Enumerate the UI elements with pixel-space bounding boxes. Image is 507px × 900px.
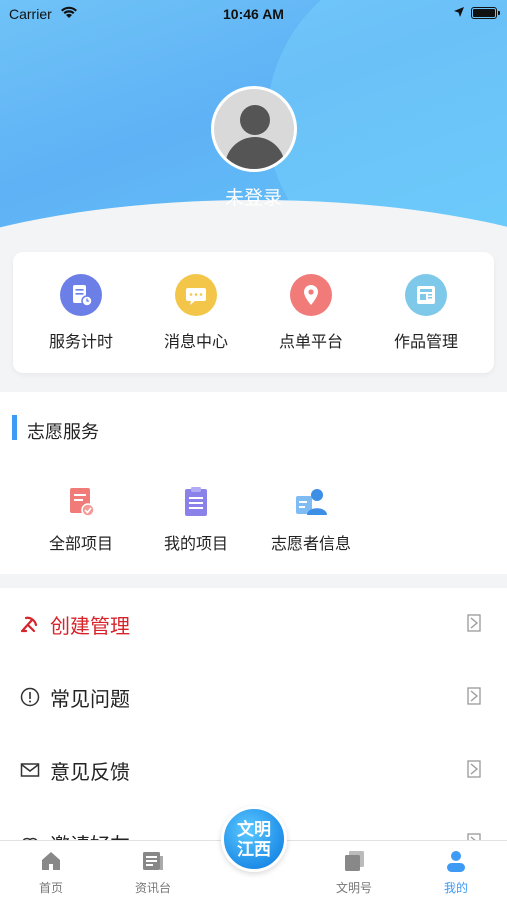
works-icon <box>405 274 447 316</box>
person-icon <box>444 849 468 873</box>
menu-item-label: 意见反馈 <box>50 760 130 784</box>
tab-label: 资讯台 <box>134 881 171 895</box>
chevron-right-icon <box>467 760 481 778</box>
envelope-icon <box>20 763 40 777</box>
all-projects-icon <box>63 484 99 520</box>
chevron-right-icon <box>467 614 481 632</box>
location-arrow-icon <box>454 7 464 17</box>
menu-item-faq[interactable]: 常见问题 <box>0 661 507 734</box>
menu-item-label: 创建管理 <box>50 614 130 638</box>
volunteer-info[interactable]: 志愿者信息 <box>256 484 366 554</box>
status-bar: Carrier 10:46 AM <box>0 0 507 30</box>
quick-action-label: 消息中心 <box>163 332 228 351</box>
quick-action-works[interactable]: 作品管理 <box>371 274 481 352</box>
message-icon <box>175 274 217 316</box>
chevron-right-icon <box>467 687 481 705</box>
center-logo-line1: 文明 <box>237 820 271 840</box>
clipboard-icon <box>178 484 214 520</box>
volunteer-id-icon <box>293 484 329 520</box>
quick-action-label: 作品管理 <box>393 332 458 351</box>
tab-home[interactable]: 首页 <box>11 849 91 896</box>
tab-label: 首页 <box>38 881 63 895</box>
tab-label: 我的 <box>443 881 468 895</box>
volunteer-all-projects[interactable]: 全部项目 <box>26 484 136 554</box>
menu-item-label: 常见问题 <box>50 687 130 711</box>
avatar[interactable] <box>211 86 297 172</box>
clock: 10:46 AM <box>223 6 284 22</box>
timer-doc-icon <box>60 274 102 316</box>
quick-action-label: 服务计时 <box>48 332 113 351</box>
quick-action-messages[interactable]: 消息中心 <box>141 274 251 352</box>
center-logo-line2: 江西 <box>237 840 271 860</box>
party-emblem-icon <box>20 616 38 633</box>
menu-item-feedback[interactable]: 意见反馈 <box>0 734 507 807</box>
volunteer-item-label: 志愿者信息 <box>270 534 351 553</box>
menu-item-create-management[interactable]: 创建管理 <box>0 588 507 661</box>
volunteer-section: 志愿服务 全部项目 我的项目 志愿者信息 <box>0 392 507 574</box>
quick-actions-card: 服务计时 消息中心 点单平台 作品管理 <box>13 252 494 373</box>
tab-mine[interactable]: 我的 <box>416 849 496 896</box>
battery-icon <box>471 7 500 19</box>
section-title: 志愿服务 <box>27 422 99 443</box>
copy-icon <box>342 849 366 873</box>
quick-action-label: 点单平台 <box>278 332 343 351</box>
home-icon <box>39 849 63 873</box>
tab-civilization[interactable]: 文明号 <box>314 849 394 896</box>
quick-action-service-timer[interactable]: 服务计时 <box>26 274 136 352</box>
volunteer-my-projects[interactable]: 我的项目 <box>141 484 251 554</box>
volunteer-item-label: 全部项目 <box>48 534 113 553</box>
location-pin-icon <box>290 274 332 316</box>
center-logo-button[interactable]: 文明 江西 <box>221 806 287 872</box>
volunteer-item-label: 我的项目 <box>163 534 228 553</box>
exclamation-circle-icon <box>20 687 40 707</box>
section-accent-bar <box>12 415 17 440</box>
news-icon <box>141 849 165 873</box>
avatar-head <box>240 105 270 135</box>
login-status[interactable]: 未登录 <box>0 183 507 210</box>
quick-action-order-platform[interactable]: 点单平台 <box>256 274 366 352</box>
tab-news[interactable]: 资讯台 <box>113 849 193 896</box>
avatar-body <box>225 137 285 169</box>
tab-label: 文明号 <box>335 881 372 895</box>
